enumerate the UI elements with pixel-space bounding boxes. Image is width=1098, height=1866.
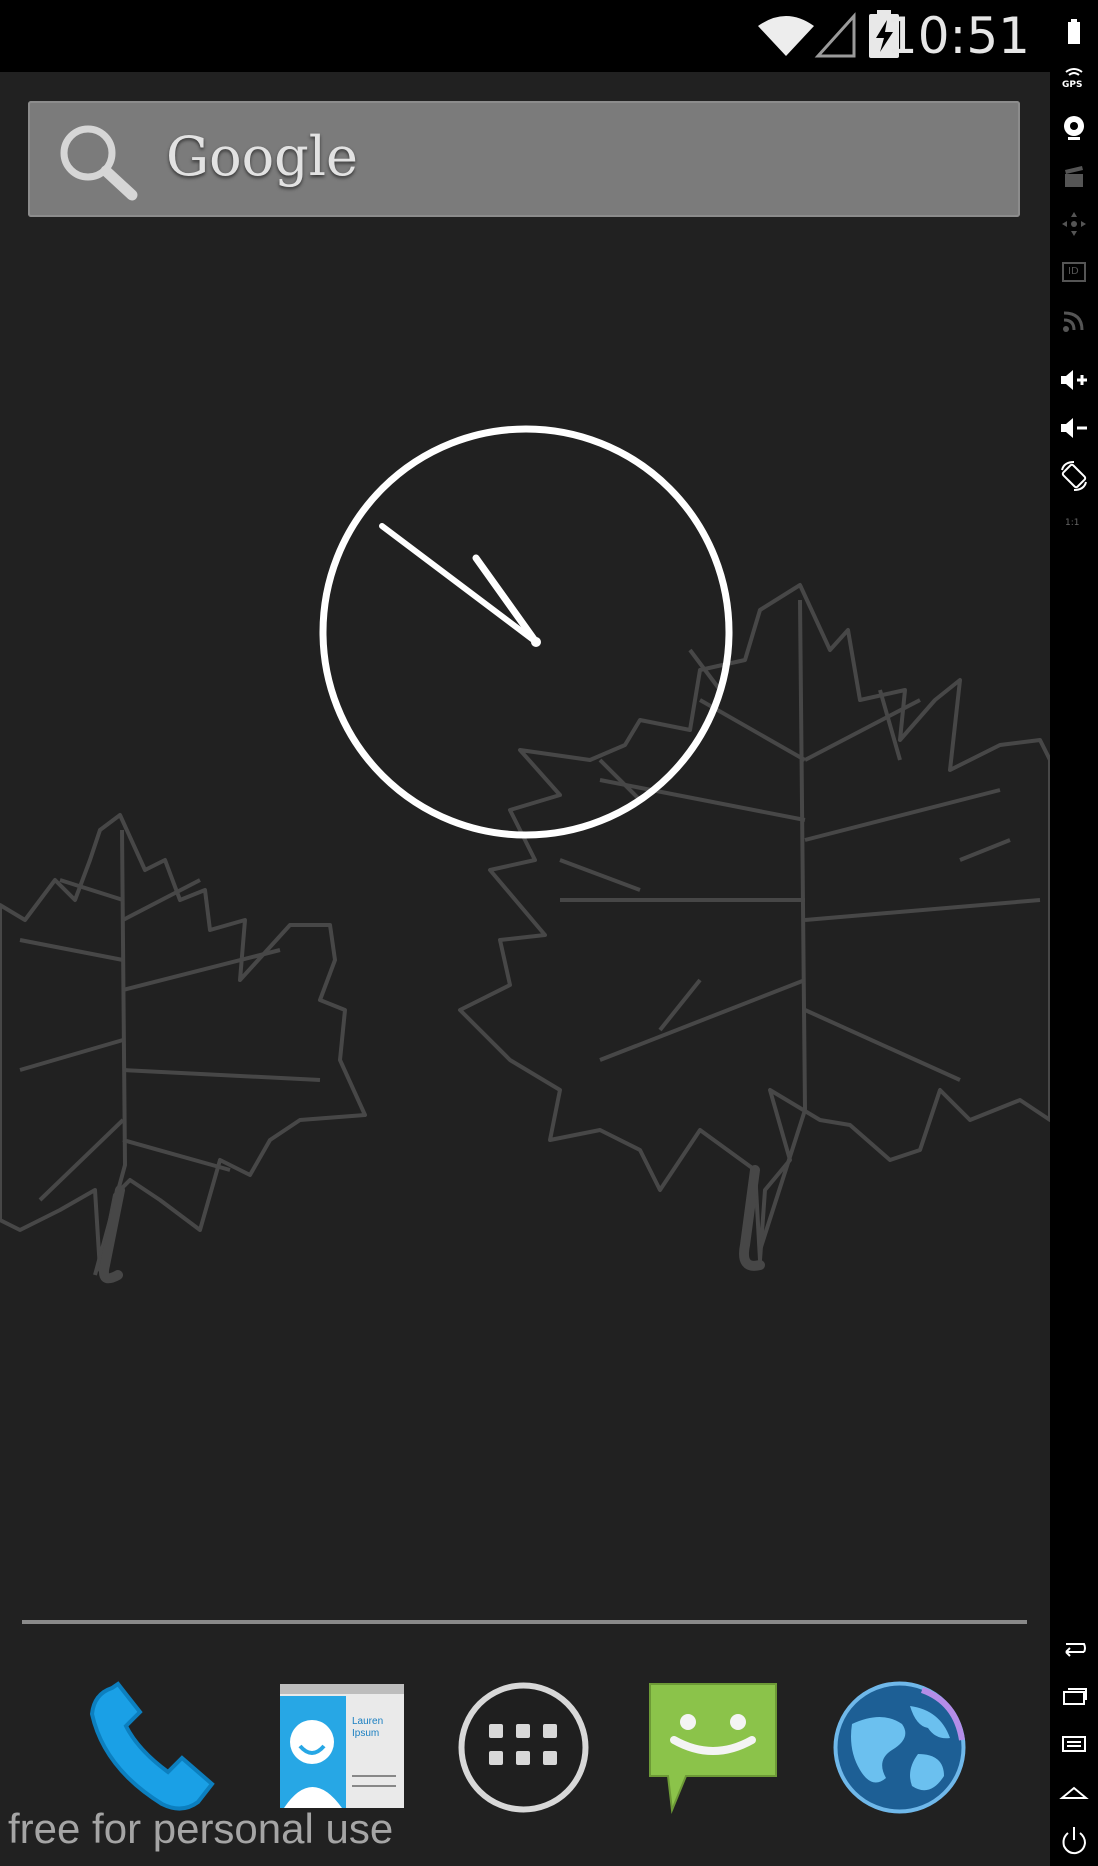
menu-icon[interactable]: [1056, 1726, 1092, 1762]
camera-icon[interactable]: [1056, 110, 1092, 146]
volume-down-icon[interactable]: [1056, 410, 1092, 446]
dock-browser[interactable]: [832, 1680, 967, 1815]
back-icon[interactable]: [1056, 1630, 1092, 1666]
gps-icon[interactable]: GPS: [1056, 62, 1092, 98]
wifi-icon: [758, 16, 814, 56]
search-label: Google: [166, 125, 358, 188]
power-icon[interactable]: [1056, 1822, 1092, 1858]
google-search-bar[interactable]: Google: [28, 101, 1020, 217]
id-icon[interactable]: ID: [1056, 254, 1092, 290]
scale-icon[interactable]: 1:1: [1056, 506, 1092, 542]
gps-label: GPS: [1062, 80, 1083, 90]
dock-messaging[interactable]: [646, 1680, 781, 1815]
scale-label: 1:1: [1065, 518, 1080, 528]
battery-icon[interactable]: [1056, 14, 1092, 50]
home-icon[interactable]: [1056, 1774, 1092, 1810]
id-label: ID: [1068, 266, 1079, 277]
status-bar: 10:51: [0, 0, 1050, 72]
recent-apps-icon[interactable]: [1056, 1678, 1092, 1714]
rotate-icon[interactable]: [1056, 458, 1092, 494]
dock-app-drawer[interactable]: [456, 1680, 591, 1815]
dpad-icon[interactable]: [1056, 206, 1092, 242]
dock-phone[interactable]: [82, 1680, 217, 1815]
analog-clock-widget[interactable]: [316, 422, 736, 846]
app-drawer-icon: [456, 1682, 591, 1819]
cell-signal-icon: [814, 12, 856, 58]
dock-divider: [22, 1620, 1027, 1624]
status-icons: [756, 10, 906, 64]
globe-icon: [832, 1681, 967, 1819]
contacts-card-text: Lauren Ipsum: [352, 1716, 384, 1739]
search-icon: [56, 123, 142, 207]
clapperboard-icon[interactable]: [1056, 158, 1092, 194]
minute-hand: [379, 523, 539, 645]
volume-up-icon[interactable]: [1056, 362, 1092, 398]
watermark-text: free for personal use: [8, 1805, 394, 1852]
dock-contacts[interactable]: Lauren Ipsum: [272, 1680, 407, 1815]
messaging-icon: [646, 1683, 781, 1819]
status-time: 10:51: [885, 7, 1030, 65]
emulator-sidebar: GPS ID 1:1: [1050, 0, 1098, 1866]
home-screen: 10:51 Google Lauren Ipsum free for perso…: [0, 0, 1050, 1866]
rss-icon[interactable]: [1056, 302, 1092, 338]
